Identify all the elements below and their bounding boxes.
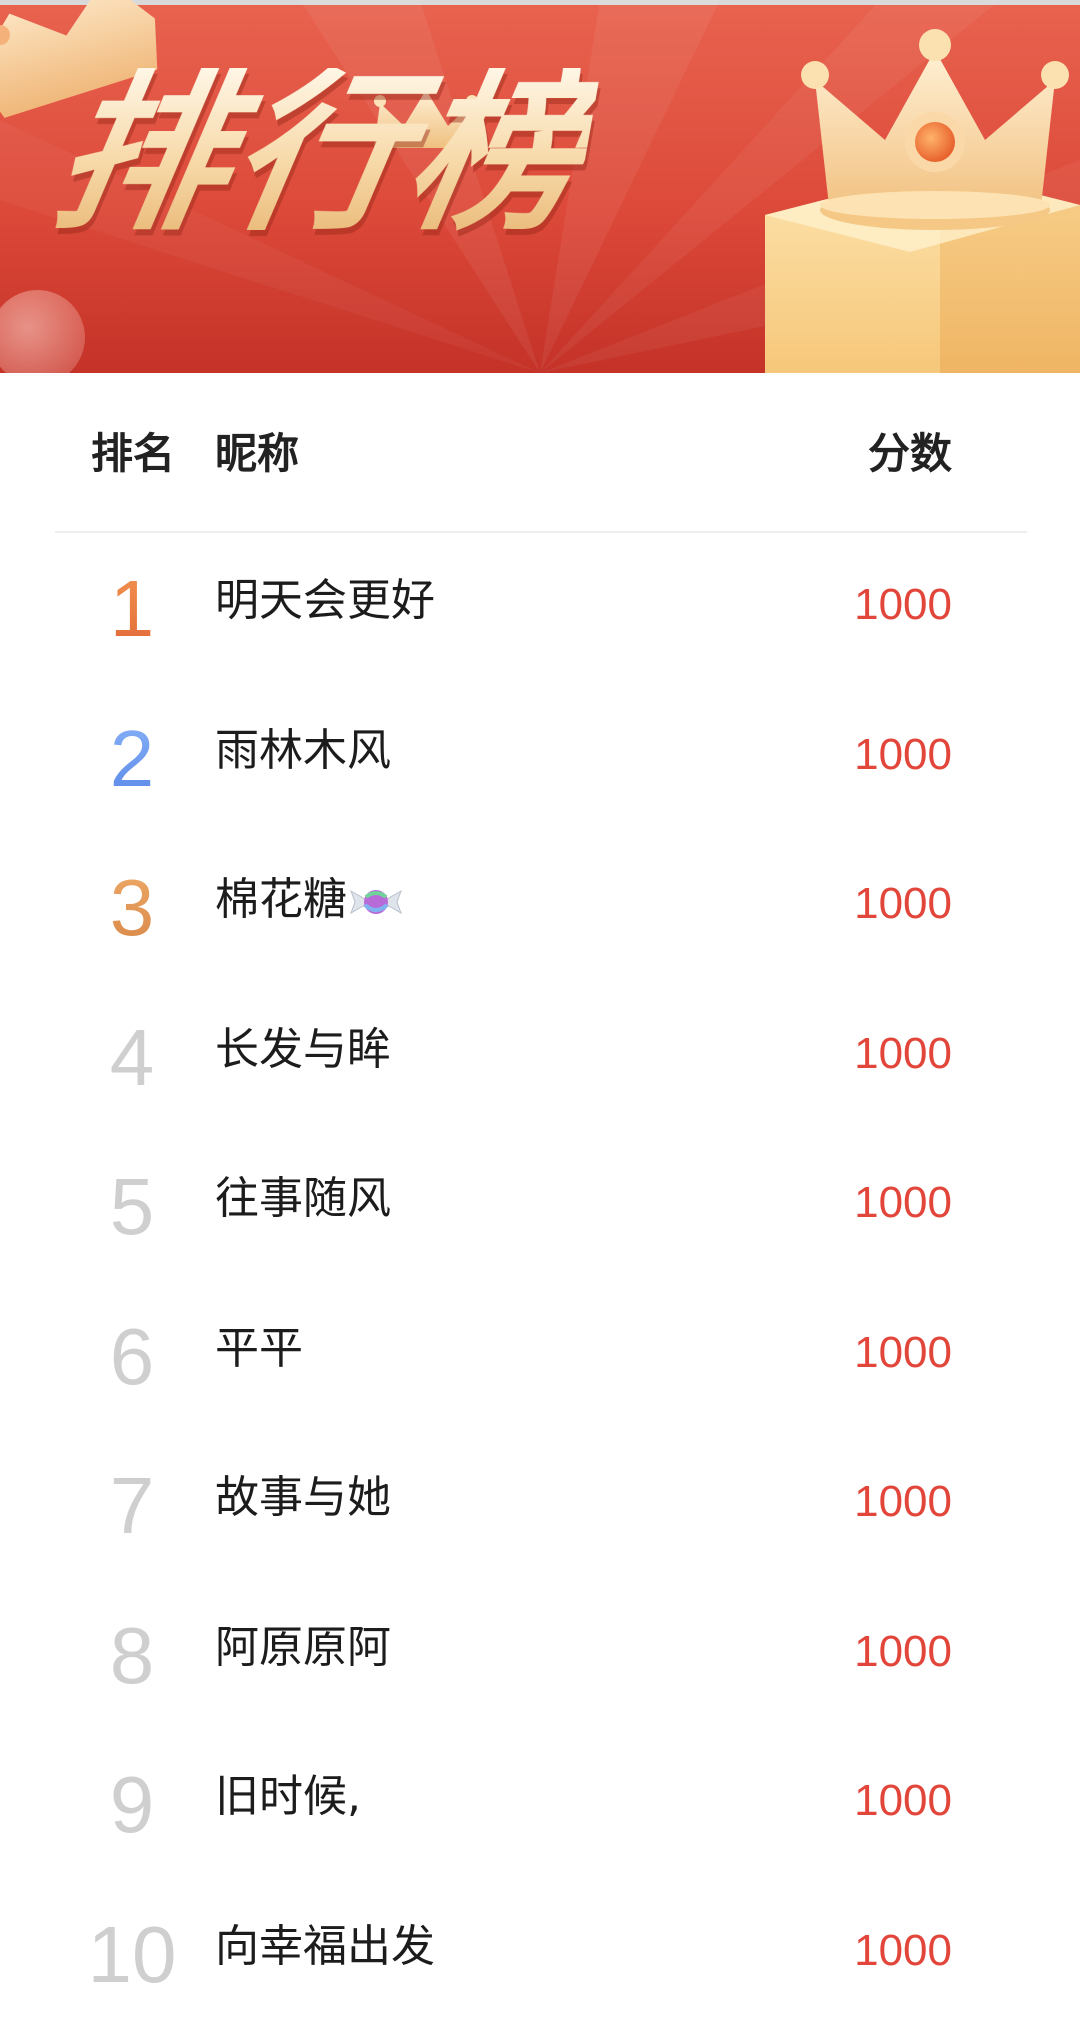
table-row[interactable]: 8 阿原原阿 1000 [0,1580,1080,1730]
rank-number: 7 [82,1466,182,1546]
table-row[interactable]: 7 故事与她 1000 [0,1430,1080,1580]
score: 1000 [854,1327,952,1380]
table-row[interactable]: 2 雨林木风 1000 [0,683,1080,833]
nickname: 雨林木风 [215,725,391,778]
score: 1000 [854,1476,952,1529]
nickname-with-emoji: 棉花糖 [215,874,403,927]
nickname: 往事随风 [215,1173,391,1226]
nickname: 明天会更好 [215,575,435,628]
score: 1000 [854,1925,952,1978]
header-score: 分数 [868,429,952,479]
table-row[interactable]: 4 长发与眸 1000 [0,982,1080,1132]
score: 1000 [854,1626,952,1679]
candy-icon [349,885,403,919]
score: 1000 [854,1028,952,1081]
table-header: 排名 昵称 分数 [55,373,1027,533]
rank-number: 6 [82,1317,182,1397]
score: 1000 [854,579,952,632]
nickname: 棉花糖 [215,874,347,925]
leaderboard-banner: 排行榜 [0,0,1080,373]
rank-number: 4 [82,1018,182,1098]
table-row[interactable]: 1 明天会更好 1000 [0,533,1080,683]
table-row[interactable]: 6 平平 1000 [0,1281,1080,1431]
score: 1000 [854,878,952,931]
nickname: 阿原原阿 [215,1622,391,1675]
rank-number: 9 [82,1765,182,1845]
nickname: 平平 [215,1323,303,1376]
score: 1000 [854,729,952,782]
header-nickname: 昵称 [215,429,299,479]
nickname: 长发与眸 [215,1024,391,1077]
nickname: 故事与她 [215,1472,391,1525]
score: 1000 [854,1775,952,1828]
table-row[interactable]: 9 旧时候, 1000 [0,1729,1080,1879]
table-row[interactable]: 5 往事随风 1000 [0,1131,1080,1281]
nickname: 向幸福出发 [215,1921,435,1974]
table-row[interactable]: 3 棉花糖 1000 [0,832,1080,982]
gift-box-icon [760,20,1080,373]
rank-number: 5 [82,1167,182,1247]
table-row[interactable]: 10 向幸福出发 1000 [0,1879,1080,2028]
score: 1000 [854,1177,952,1230]
rank-number: 2 [82,719,182,799]
rank-number: 3 [82,868,182,948]
leaderboard-list: 1 明天会更好 1000 2 雨林木风 1000 3 棉花糖 1000 4 长发… [0,533,1080,2028]
rank-number: 1 [82,569,182,649]
rank-number: 10 [82,1915,182,1995]
nickname: 旧时候, [215,1771,361,1824]
header-rank: 排名 [91,429,175,479]
rank-number: 8 [82,1616,182,1696]
page-title: 排行榜 [43,68,601,240]
